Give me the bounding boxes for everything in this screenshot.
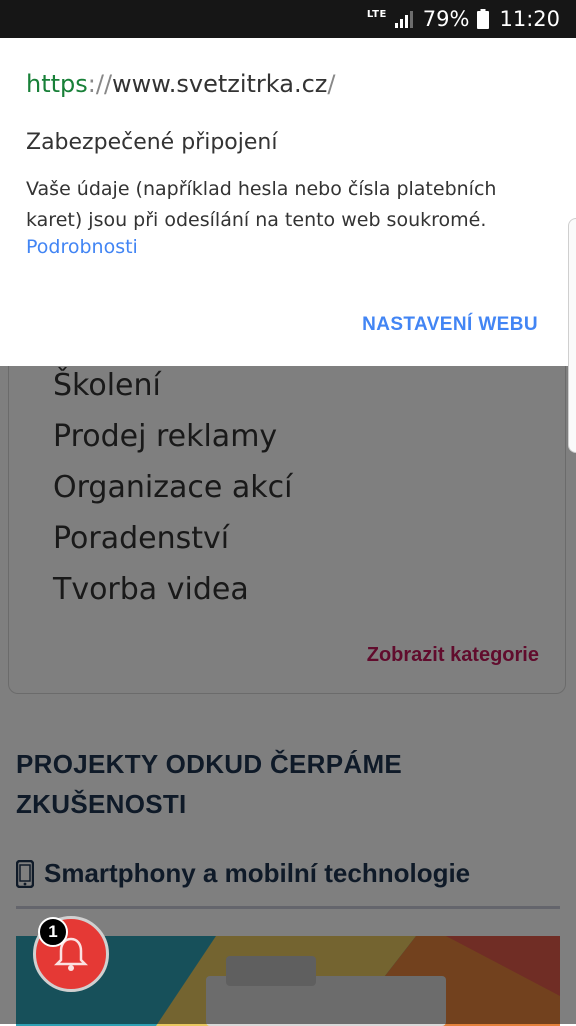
edge-panel-handle[interactable] <box>568 218 576 453</box>
battery-percent: 79% <box>422 7 470 31</box>
details-link[interactable]: Podrobnosti <box>26 236 138 258</box>
url-host: www.svetzitrka.cz <box>112 70 328 98</box>
url-scheme: https <box>26 70 88 98</box>
signal-icon <box>394 11 413 28</box>
battery-icon <box>477 9 490 29</box>
page-url: https://www.svetzitrka.cz/ <box>26 70 335 98</box>
url-path: / <box>327 70 336 98</box>
site-info-popup: https://www.svetzitrka.cz/ Zabezpečené p… <box>0 38 576 366</box>
clock: 11:20 <box>499 7 560 31</box>
connection-security-description: Vaše údaje (například hesla nebo čísla p… <box>26 178 497 231</box>
status-bar-indicators: LTE 79% 11:20 <box>367 0 560 38</box>
lte-icon: LTE <box>366 9 387 20</box>
url-separator: :// <box>87 70 113 98</box>
connection-security-title: Zabezpečené připojení <box>26 130 278 155</box>
notification-badge: 1 <box>38 917 68 947</box>
site-settings-button[interactable]: NASTAVENÍ WEBU <box>362 314 538 336</box>
status-bar: LTE 79% 11:20 <box>0 0 576 38</box>
